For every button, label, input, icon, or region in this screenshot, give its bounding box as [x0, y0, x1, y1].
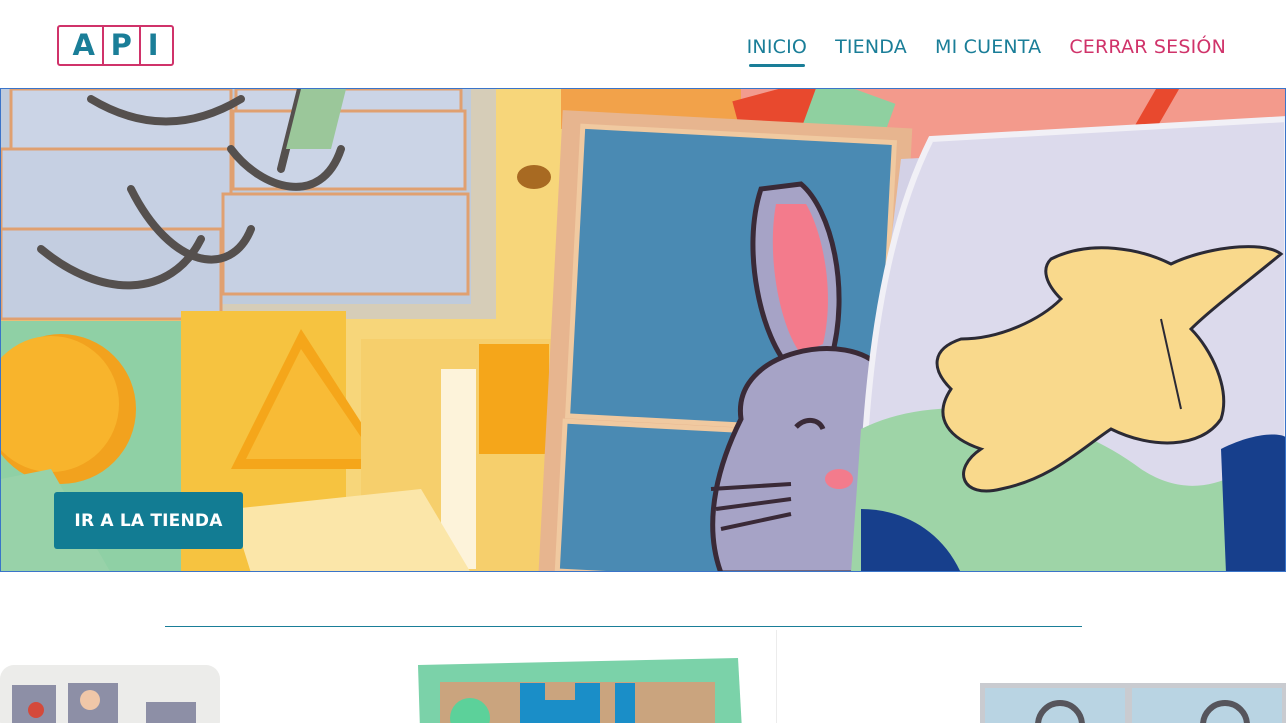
product-image-puzzle-blocks[interactable]: [980, 683, 1286, 723]
product-images: [0, 658, 1286, 723]
nav-inicio[interactable]: INICIO: [747, 36, 807, 67]
logo-separator: [101, 25, 104, 66]
main-nav: INICIO TIENDA MI CUENTA CERRAR SESIÓN: [747, 36, 1226, 67]
logo-separator: [138, 25, 141, 66]
go-to-store-button[interactable]: IR A LA TIENDA: [54, 492, 243, 549]
site-header: A P I INICIO TIENDA MI CUENTA CERRAR SES…: [0, 0, 1286, 88]
logo-letter-p: P: [110, 28, 132, 62]
api-logo[interactable]: A P I: [57, 25, 174, 66]
hero-banner: IR A LA TIENDA: [0, 88, 1286, 572]
nav-cerrar-sesion[interactable]: CERRAR SESIÓN: [1069, 36, 1226, 58]
product-image-shape-puzzle[interactable]: [418, 658, 742, 723]
logo-letter-a: A: [72, 28, 95, 62]
product-image-memory-game[interactable]: [0, 665, 220, 723]
nav-tienda[interactable]: TIENDA: [835, 36, 907, 58]
section-divider: [165, 626, 1082, 627]
logo-letter-i: I: [147, 28, 159, 62]
nav-mi-cuenta[interactable]: MI CUENTA: [935, 36, 1041, 58]
